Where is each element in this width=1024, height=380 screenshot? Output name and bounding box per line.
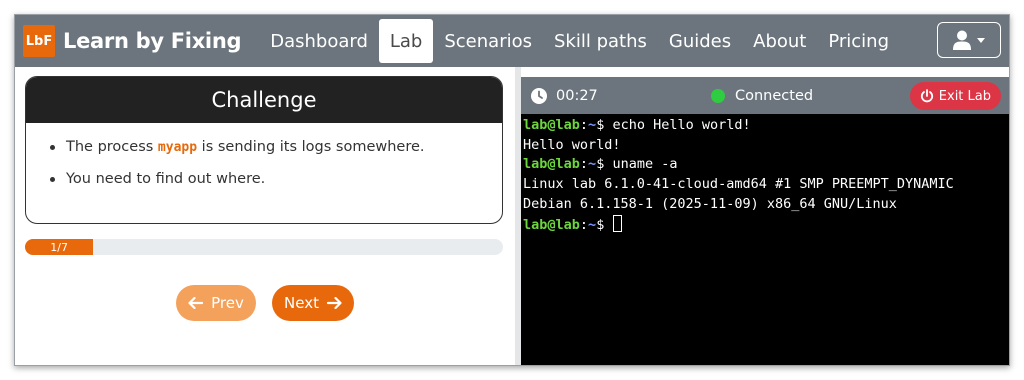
challenge-item: The process myapp is sending its logs so…: [46, 137, 482, 158]
terminal-cursor: [613, 214, 623, 232]
challenge-pane: Challenge The process myapp is sending i…: [15, 67, 515, 365]
challenge-text: is sending its logs somewhere.: [197, 139, 425, 155]
prompt-path: ~: [588, 117, 597, 133]
nav-pricing[interactable]: Pricing: [817, 19, 900, 63]
clock-icon: [531, 87, 547, 104]
next-button[interactable]: Next: [272, 285, 354, 321]
challenge-title: Challenge: [26, 77, 502, 123]
nav-guides[interactable]: Guides: [658, 19, 742, 63]
prompt-separator: :: [579, 216, 589, 233]
prev-button[interactable]: Prev: [176, 285, 256, 321]
challenge-list: The process myapp is sending its logs so…: [46, 137, 482, 189]
challenge-card: Challenge The process myapp is sending i…: [25, 76, 503, 224]
prompt-user: lab@lab: [523, 216, 580, 233]
terminal-prompt-line: lab@lab:~$ echo Hello world!: [523, 116, 1009, 136]
challenge-text: You need to find out where.: [66, 171, 266, 187]
prev-label: Prev: [211, 294, 244, 312]
terminal-command: $: [596, 216, 613, 233]
prompt-path: ~: [588, 216, 597, 233]
prompt-separator: :: [579, 156, 589, 173]
app-frame: LbF Learn by Fixing Dashboard Lab Scenar…: [14, 14, 1010, 366]
connection-status: Connected: [711, 77, 813, 114]
exit-lab-button[interactable]: Exit Lab: [909, 82, 1001, 110]
terminal-command: $ echo Hello world!: [596, 117, 751, 133]
navbar: LbF Learn by Fixing Dashboard Lab Scenar…: [15, 15, 1009, 67]
arrow-left-icon: [188, 297, 204, 309]
brand-logo: LbF: [23, 25, 55, 57]
challenge-body: The process myapp is sending its logs so…: [26, 123, 502, 189]
nav-lab[interactable]: Lab: [378, 19, 434, 63]
user-icon: [953, 30, 971, 50]
challenge-text: The process: [66, 139, 158, 155]
caret-down-icon: [977, 37, 985, 43]
terminal-output-line: Hello world!: [523, 136, 621, 153]
power-icon: [920, 89, 933, 103]
terminal-command: $ uname -a: [596, 156, 678, 173]
terminal-prompt-line: lab@lab:~$ uname -a: [523, 155, 1009, 175]
exit-lab-label: Exit Lab: [938, 88, 991, 104]
prompt-user: lab@lab: [523, 156, 580, 173]
prompt-user: lab@lab: [523, 117, 580, 133]
status-dot-icon: [711, 88, 725, 103]
terminal-panel: 00:27 Connected Exit Lab lab@lab:~$ echo…: [521, 77, 1009, 365]
terminal-toolbar: 00:27 Connected Exit Lab: [521, 77, 1009, 114]
timer-value: 00:27: [556, 87, 598, 104]
arrow-right-icon: [326, 297, 342, 309]
nav-dashboard[interactable]: Dashboard: [259, 19, 379, 63]
progress-fill: 1/7: [25, 239, 94, 255]
prompt-path: ~: [588, 156, 597, 173]
nav-about[interactable]: About: [742, 19, 817, 63]
prompt-separator: :: [579, 117, 589, 133]
brand-name: Learn by Fixing: [63, 29, 242, 53]
nav-skill-paths[interactable]: Skill paths: [543, 19, 658, 63]
terminal-screen[interactable]: lab@lab:~$ echo Hello world! Hello world!…: [521, 114, 1009, 235]
session-timer: 00:27: [531, 87, 598, 104]
terminal-prompt-line: lab@lab:~$: [523, 214, 1009, 236]
next-label: Next: [284, 294, 319, 312]
navigation-buttons: Prev Next: [15, 285, 515, 321]
challenge-item: You need to find out where.: [46, 169, 482, 189]
progress-bar: 1/7: [25, 239, 503, 255]
nav-links: Dashboard Lab Scenarios Skill paths Guid…: [259, 19, 900, 63]
terminal-output-line: Debian 6.1.158-1 (2025-11-09) x86_64 GNU…: [523, 195, 897, 212]
inline-code: myapp: [157, 140, 198, 155]
status-text: Connected: [735, 87, 814, 104]
user-menu-button[interactable]: [937, 22, 1001, 58]
nav-scenarios[interactable]: Scenarios: [433, 19, 543, 63]
brand[interactable]: LbF Learn by Fixing: [23, 25, 242, 57]
terminal-output-line: Linux lab 6.1.0-41-cloud-amd64 #1 SMP PR…: [523, 176, 954, 193]
